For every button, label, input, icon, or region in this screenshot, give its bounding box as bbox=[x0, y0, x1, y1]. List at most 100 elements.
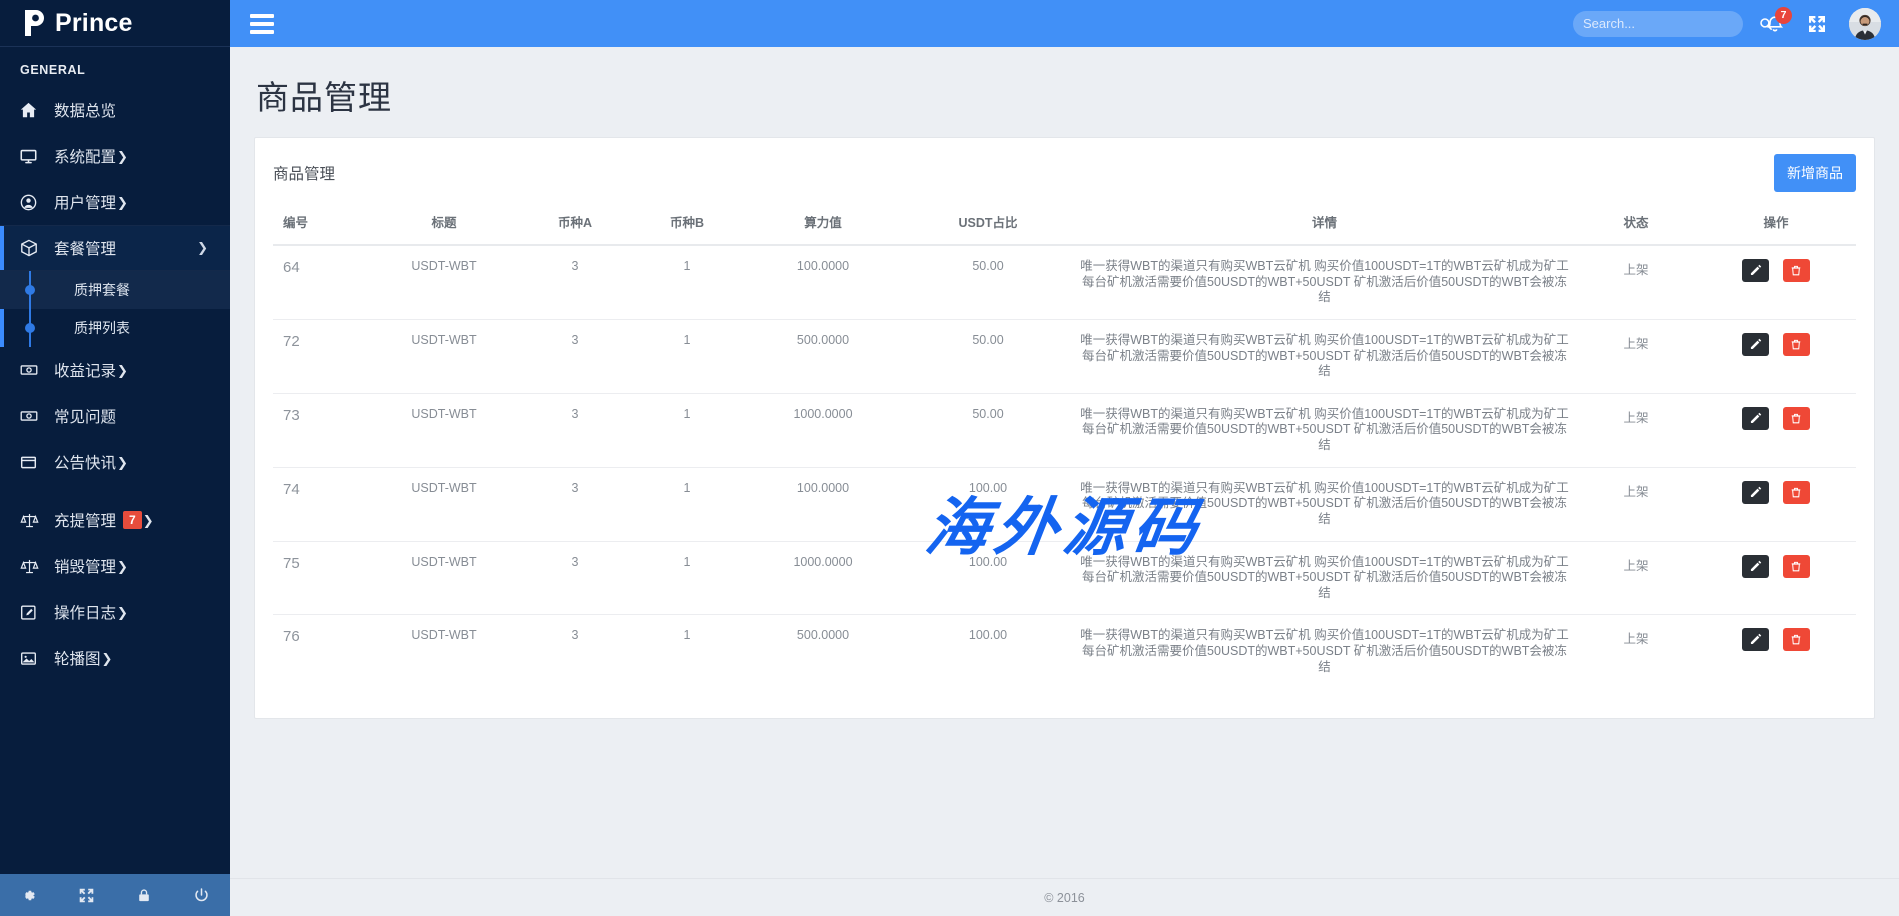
cell-usdt: 100.00 bbox=[903, 615, 1073, 688]
sidebar-item-user-management[interactable]: 用户管理 ❯ bbox=[0, 179, 230, 225]
cell-power: 1000.0000 bbox=[743, 541, 903, 615]
cell-usdt: 100.00 bbox=[903, 467, 1073, 541]
cell-id: 76 bbox=[273, 615, 369, 688]
sidebar-item-data-overview[interactable]: 数据总览 bbox=[0, 87, 230, 133]
table-row[interactable]: 75 USDT-WBT 3 1 1000.0000 100.00 唯一获得WBT… bbox=[273, 541, 1856, 615]
table-row[interactable]: 64 USDT-WBT 3 1 100.0000 50.00 唯一获得WBT的渠… bbox=[273, 245, 1856, 319]
sidebar-item-announcements[interactable]: 公告快讯 ❯ bbox=[0, 439, 230, 485]
edit-button[interactable] bbox=[1742, 555, 1769, 578]
delete-button[interactable] bbox=[1783, 628, 1810, 651]
cell-actions bbox=[1696, 393, 1856, 467]
add-product-button[interactable]: 新增商品 bbox=[1774, 154, 1856, 192]
gear-icon[interactable] bbox=[0, 887, 58, 904]
delete-button[interactable] bbox=[1783, 407, 1810, 430]
edit-button[interactable] bbox=[1742, 259, 1769, 282]
scale-icon bbox=[20, 511, 46, 529]
edit-button[interactable] bbox=[1742, 628, 1769, 651]
table-head: 编号 标题 币种A 币种B 算力值 USDT占比 详情 状态 操作 bbox=[273, 206, 1856, 245]
box-icon bbox=[20, 239, 46, 257]
table-row[interactable]: 72 USDT-WBT 3 1 500.0000 50.00 唯一获得WBT的渠… bbox=[273, 319, 1856, 393]
power-icon[interactable] bbox=[173, 887, 231, 904]
table-row[interactable]: 76 USDT-WBT 3 1 500.0000 100.00 唯一获得WBT的… bbox=[273, 615, 1856, 688]
rail-indicator bbox=[24, 271, 36, 309]
cell-usdt: 50.00 bbox=[903, 245, 1073, 319]
scale-icon bbox=[20, 557, 46, 575]
cell-detail: 唯一获得WBT的渠道只有购买WBT云矿机 购买价值100USDT=1T的WBT云… bbox=[1073, 393, 1576, 467]
image-icon bbox=[20, 650, 46, 667]
sidebar-item-package-management[interactable]: 套餐管理 ❯ bbox=[0, 225, 230, 271]
hamburger-icon[interactable] bbox=[250, 14, 274, 34]
cell-status: 上架 bbox=[1576, 541, 1696, 615]
cell-status: 上架 bbox=[1576, 615, 1696, 688]
chevron-right-icon: ❯ bbox=[117, 364, 128, 377]
cell-power: 1000.0000 bbox=[743, 393, 903, 467]
sidebar-item-system-config[interactable]: 系统配置 ❯ bbox=[0, 133, 230, 179]
expand-icon[interactable] bbox=[58, 887, 116, 904]
page-footer: © 2016 bbox=[230, 878, 1899, 916]
cell-power: 500.0000 bbox=[743, 319, 903, 393]
copyright-text: © 2016 bbox=[1044, 891, 1085, 905]
sidebar-item-carousel[interactable]: 轮播图 ❯ bbox=[0, 635, 230, 681]
search-input[interactable] bbox=[1583, 16, 1759, 31]
sidebar-item-operation-log[interactable]: 操作日志 ❯ bbox=[0, 589, 230, 635]
cell-power: 100.0000 bbox=[743, 245, 903, 319]
cell-actions bbox=[1696, 615, 1856, 688]
sidebar-subitem-label: 质押套餐 bbox=[74, 280, 130, 300]
cell-detail: 唯一获得WBT的渠道只有购买WBT云矿机 购买价值100USDT=1T的WBT云… bbox=[1073, 245, 1576, 319]
notifications-bell[interactable]: 7 bbox=[1765, 14, 1785, 34]
sidebar-item-faq[interactable]: 常见问题 bbox=[0, 393, 230, 439]
cell-detail: 唯一获得WBT的渠道只有购买WBT云矿机 购买价值100USDT=1T的WBT云… bbox=[1073, 541, 1576, 615]
user-circle-icon bbox=[20, 194, 46, 211]
avatar[interactable] bbox=[1849, 8, 1881, 40]
cell-status: 上架 bbox=[1576, 393, 1696, 467]
page-title: 商品管理 bbox=[254, 65, 1875, 137]
th-detail: 详情 bbox=[1073, 206, 1576, 245]
prince-logo-icon bbox=[22, 8, 48, 38]
sidebar-item-label: 常见问题 bbox=[54, 405, 116, 427]
lock-icon[interactable] bbox=[115, 887, 173, 904]
cell-id: 64 bbox=[273, 245, 369, 319]
sidebar-subitem-label: 质押列表 bbox=[74, 318, 130, 338]
edit-button[interactable] bbox=[1742, 333, 1769, 356]
fullscreen-icon[interactable] bbox=[1807, 14, 1827, 34]
sidebar-item-deposit-withdraw[interactable]: 充提管理 7 ❯ bbox=[0, 497, 230, 543]
sidebar-item-label: 套餐管理 bbox=[54, 237, 116, 259]
th-title: 标题 bbox=[369, 206, 519, 245]
brand-name: Prince bbox=[55, 9, 133, 38]
th-status: 状态 bbox=[1576, 206, 1696, 245]
table-row[interactable]: 73 USDT-WBT 3 1 1000.0000 50.00 唯一获得WBT的… bbox=[273, 393, 1856, 467]
delete-button[interactable] bbox=[1783, 333, 1810, 356]
sidebar-item-income-records[interactable]: 收益记录 ❯ bbox=[0, 347, 230, 393]
delete-button[interactable] bbox=[1783, 259, 1810, 282]
th-id: 编号 bbox=[273, 206, 369, 245]
cell-actions bbox=[1696, 245, 1856, 319]
th-power: 算力值 bbox=[743, 206, 903, 245]
cell-power: 100.0000 bbox=[743, 467, 903, 541]
sidebar-item-label: 用户管理 bbox=[54, 191, 116, 213]
edit-button[interactable] bbox=[1742, 481, 1769, 504]
cell-detail: 唯一获得WBT的渠道只有购买WBT云矿机 购买价值100USDT=1T的WBT云… bbox=[1073, 615, 1576, 688]
cell-title: USDT-WBT bbox=[369, 467, 519, 541]
main-area: 7 商品管理 bbox=[230, 0, 1899, 916]
table-header-row: 编号 标题 币种A 币种B 算力值 USDT占比 详情 状态 操作 bbox=[273, 206, 1856, 245]
money-icon bbox=[20, 407, 46, 425]
search-box[interactable] bbox=[1573, 11, 1743, 37]
sidebar-subitem-pledge-list[interactable]: 质押列表 bbox=[0, 309, 230, 347]
sidebar-item-label: 数据总览 bbox=[54, 99, 116, 121]
delete-button[interactable] bbox=[1783, 555, 1810, 578]
sidebar-item-label: 系统配置 bbox=[54, 145, 116, 167]
edit-button[interactable] bbox=[1742, 407, 1769, 430]
cell-coin-b: 1 bbox=[631, 393, 743, 467]
brand-logo[interactable]: Prince bbox=[0, 0, 230, 47]
sidebar-item-label: 充提管理 bbox=[54, 509, 116, 531]
sidebar-subitem-pledge-package[interactable]: 质押套餐 bbox=[0, 271, 230, 309]
product-table: 编号 标题 币种A 币种B 算力值 USDT占比 详情 状态 操作 64 US bbox=[273, 206, 1856, 688]
delete-button[interactable] bbox=[1783, 481, 1810, 504]
chevron-right-icon: ❯ bbox=[117, 456, 128, 469]
th-usdt: USDT占比 bbox=[903, 206, 1073, 245]
table-row[interactable]: 74 USDT-WBT 3 1 100.0000 100.00 唯一获得WBT的… bbox=[273, 467, 1856, 541]
cell-coin-b: 1 bbox=[631, 615, 743, 688]
sidebar-item-destroy-management[interactable]: 销毁管理 ❯ bbox=[0, 543, 230, 589]
cell-coin-b: 1 bbox=[631, 245, 743, 319]
th-ops: 操作 bbox=[1696, 206, 1856, 245]
